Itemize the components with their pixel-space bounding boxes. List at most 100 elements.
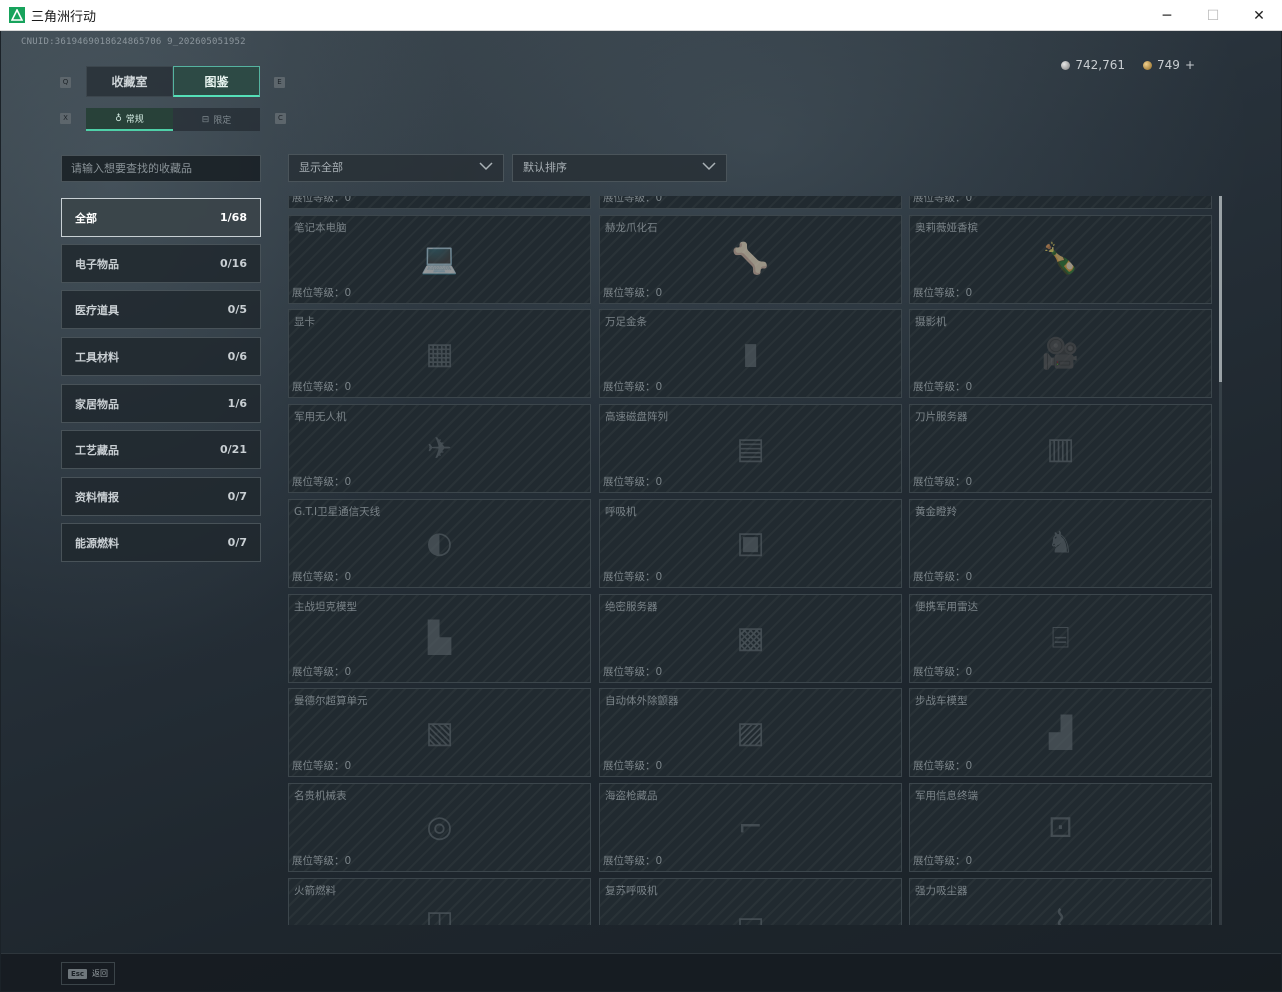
radar-icon: ⌸: [1051, 620, 1070, 656]
collection-card[interactable]: 高速磁盘阵列 ▤ 展位等级：0: [599, 404, 902, 494]
maximize-button[interactable]: ☐: [1190, 0, 1236, 31]
category-electronics[interactable]: 电子物品 0/16: [61, 244, 261, 283]
collection-card-name: 军用无人机: [294, 411, 347, 424]
collection-card-level: 展位等级：0: [913, 196, 973, 204]
key-hint-x: X: [60, 113, 71, 124]
key-hint-e: E: [274, 77, 285, 88]
collection-card[interactable]: 强力吸尘器⌇展位等级：0: [909, 877, 1212, 925]
collection-card[interactable]: 军用无人机 ✈ 展位等级：0: [288, 404, 591, 494]
tab-regular[interactable]: ♁ 常规: [86, 108, 173, 131]
collection-card[interactable]: 火箭燃料◫展位等级：0: [288, 877, 591, 925]
drone-icon: ✈: [426, 431, 453, 467]
ventilator-icon: ▣: [736, 525, 765, 561]
collection-card[interactable]: 万足金条 ▮ 展位等级：0: [599, 309, 902, 399]
filter-dropdown[interactable]: 显示全部: [288, 154, 504, 182]
fossil-icon: 🦴: [731, 241, 770, 277]
category-household[interactable]: 家居物品 1/6: [61, 384, 261, 423]
collection-card[interactable]: 展位等级：0: [909, 196, 1212, 209]
secret-server-icon: ▩: [736, 620, 765, 656]
collection-card-name: 曼德尔超算单元: [294, 695, 368, 708]
collection-card[interactable]: 名贵机械表 ◎ 展位等级：0: [288, 782, 591, 872]
collection-card[interactable]: 展位等级：0: [599, 196, 902, 209]
collection-card[interactable]: 曼德尔超算单元 ▧ 展位等级：0: [288, 688, 591, 778]
supercomputer-icon: ▧: [425, 715, 454, 751]
minimize-button[interactable]: ─: [1144, 0, 1190, 31]
watch-icon: ◎: [426, 809, 453, 845]
collection-card-level: 展位等级：0: [603, 381, 663, 394]
collection-card[interactable]: 主战坦克模型 ▙ 展位等级：0: [288, 593, 591, 683]
tab-regular-label: 常规: [125, 115, 144, 125]
collection-card-level: 展位等级：0: [913, 665, 973, 678]
collection-card-level: 展位等级：0: [603, 286, 663, 299]
collection-card[interactable]: 绝密服务器 ▩ 展位等级：0: [599, 593, 902, 683]
category-count: 0/21: [220, 443, 247, 456]
collection-card[interactable]: 展位等级：0: [288, 196, 591, 209]
window-titlebar: 三角洲行动 ─ ☐ ✕: [0, 0, 1282, 31]
gold-coin-icon: [1143, 60, 1153, 70]
collection-card-level: 展位等级：0: [292, 381, 352, 394]
collection-card[interactable]: 军用信息终端 ⊡ 展位等级：0: [909, 782, 1212, 872]
regular-icon: ♁: [115, 113, 122, 124]
back-button[interactable]: Esc 返回: [61, 962, 115, 985]
sort-dropdown[interactable]: 默认排序: [512, 154, 727, 182]
close-button[interactable]: ✕: [1236, 0, 1282, 31]
key-hint-c: C: [275, 113, 286, 124]
collection-card[interactable]: 显卡 ▦ 展位等级：0: [288, 309, 591, 399]
collection-card[interactable]: 便携军用雷达 ⌸ 展位等级：0: [909, 593, 1212, 683]
sort-dropdown-label: 默认排序: [523, 161, 567, 174]
collection-card[interactable]: G.T.I卫星通信天线 ◐ 展位等级：0: [288, 498, 591, 588]
satellite-dish-icon: ◐: [426, 525, 453, 561]
collection-card[interactable]: 呼吸机 ▣ 展位等级：0: [599, 498, 902, 588]
tab-catalog[interactable]: 图鉴: [173, 66, 260, 97]
collection-card[interactable]: 复苏呼吸机▭展位等级：0: [599, 877, 902, 925]
collection-card-level: 展位等级：0: [913, 476, 973, 489]
blade-server-icon: ▥: [1046, 431, 1075, 467]
collection-card-level: 展位等级：0: [603, 665, 663, 678]
category-crafts[interactable]: 工艺藏品 0/21: [61, 430, 261, 469]
collection-card-name: 复苏呼吸机: [605, 884, 658, 897]
collection-card-level: 展位等级：0: [913, 760, 973, 773]
collection-card-level: 展位等级：0: [603, 760, 663, 773]
category-intel[interactable]: 资料情报 0/7: [61, 477, 261, 516]
collection-card-level: 展位等级：0: [292, 196, 352, 204]
gold-currency[interactable]: 749 +: [1143, 58, 1195, 72]
collection-card[interactable]: 海盗枪藏品 ⌐ 展位等级：0: [599, 782, 902, 872]
collection-card-name: 主战坦克模型: [294, 600, 357, 613]
add-currency-button[interactable]: +: [1185, 58, 1195, 72]
collection-card-level: 展位等级：0: [292, 286, 352, 299]
gold-bar-icon: ▮: [742, 336, 759, 372]
main-tabs: 收藏室 图鉴: [86, 66, 260, 97]
category-count: 0/6: [227, 350, 247, 363]
tab-limited[interactable]: ⊟ 限定: [173, 108, 260, 131]
collection-card[interactable]: 奥莉薇娅香槟 🍾 展位等级：0: [909, 214, 1212, 304]
collection-card[interactable]: 赫龙爪化石 🦴 展位等级：0: [599, 214, 902, 304]
collection-card-level: 展位等级：0: [913, 570, 973, 583]
gpu-icon: ▦: [425, 336, 454, 372]
collection-card[interactable]: 自动体外除颤器 ▨ 展位等级：0: [599, 688, 902, 778]
collection-card-name: 名贵机械表: [294, 789, 347, 802]
tab-collection-room[interactable]: 收藏室: [86, 66, 173, 97]
category-count: 1/6: [227, 397, 247, 410]
vacuum-icon: ⌇: [1053, 904, 1068, 925]
search-input[interactable]: 请输入想要查找的收藏品: [61, 155, 261, 182]
collection-card-level: 展位等级：0: [292, 854, 352, 867]
collection-card[interactable]: 步战车模型 ▟ 展位等级：0: [909, 688, 1212, 778]
camera-icon: 🎥: [1041, 336, 1080, 372]
back-label: 返回: [92, 969, 109, 978]
defibrillator-icon: ▨: [736, 715, 765, 751]
category-label: 工具材料: [75, 350, 119, 364]
category-fuel[interactable]: 能源燃料 0/7: [61, 523, 261, 562]
collection-card-name: 便携军用雷达: [915, 600, 978, 613]
collection-card[interactable]: 笔记本电脑 💻 展位等级：0: [288, 214, 591, 304]
collection-card[interactable]: 黄金瞪羚 ♞ 展位等级：0: [909, 498, 1212, 588]
gazelle-statue-icon: ♞: [1047, 525, 1074, 561]
ifv-model-icon: ▟: [1048, 715, 1073, 751]
scrollbar-thumb[interactable]: [1219, 196, 1222, 382]
collection-card-name: G.T.I卫星通信天线: [294, 505, 381, 518]
rocket-fuel-icon: ◫: [425, 904, 454, 925]
collection-card[interactable]: 摄影机 🎥 展位等级：0: [909, 309, 1212, 399]
category-medical[interactable]: 医疗道具 0/5: [61, 290, 261, 329]
category-tools[interactable]: 工具材料 0/6: [61, 337, 261, 376]
category-all[interactable]: 全部 1/68: [61, 198, 261, 237]
collection-card[interactable]: 刀片服务器 ▥ 展位等级：0: [909, 404, 1212, 494]
